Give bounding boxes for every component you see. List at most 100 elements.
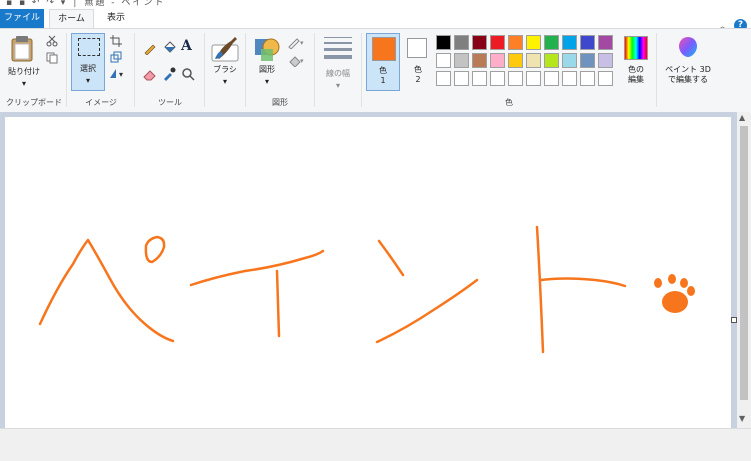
- palette-swatch[interactable]: [598, 71, 613, 86]
- edit-colors-icon: [624, 36, 648, 60]
- scroll-up-icon[interactable]: ▲: [739, 113, 745, 122]
- palette-swatch[interactable]: [490, 35, 505, 50]
- tab-home[interactable]: ホーム: [49, 9, 94, 29]
- divider: [66, 33, 67, 107]
- palette-swatch[interactable]: [580, 35, 595, 50]
- shapes-label: 図形: [259, 65, 275, 74]
- palette-swatch[interactable]: [454, 53, 469, 68]
- paint3d-line2: で編集する: [668, 75, 708, 84]
- palette-swatch[interactable]: [544, 71, 559, 86]
- paw-pad: [662, 291, 688, 313]
- text-tool-icon[interactable]: A: [181, 38, 192, 54]
- scroll-down-icon[interactable]: ▼: [739, 414, 745, 423]
- edit-colors-button[interactable]: 色の 編集: [621, 33, 651, 93]
- divider: [204, 33, 205, 107]
- brushes-button[interactable]: ブラシ ▾: [208, 33, 242, 95]
- palette-swatch[interactable]: [436, 71, 451, 86]
- palette-swatch[interactable]: [562, 35, 577, 50]
- cut-icon[interactable]: [46, 35, 58, 47]
- svg-text:▾: ▾: [300, 39, 304, 47]
- palette-swatch[interactable]: [526, 71, 541, 86]
- tab-file[interactable]: ファイル: [0, 9, 44, 28]
- rotate-icon[interactable]: ▾: [109, 67, 127, 79]
- palette-swatch[interactable]: [472, 35, 487, 50]
- copy-icon[interactable]: [46, 52, 58, 64]
- size-button[interactable]: 線の幅 ▾: [318, 33, 358, 95]
- paint3d-icon: [679, 37, 697, 57]
- edit-colors-line1: 色の: [628, 65, 644, 74]
- ribbon-tabs: ファイル ホーム 表示 ︿ ?: [0, 8, 751, 32]
- drawing-strokes: [38, 225, 695, 354]
- stroke-i-top: [189, 249, 325, 287]
- fill-bucket-icon[interactable]: [162, 41, 176, 55]
- palette-swatch[interactable]: [454, 35, 469, 50]
- crop-icon[interactable]: [110, 35, 122, 47]
- palette-swatch[interactable]: [580, 53, 595, 68]
- clipboard-group-label: クリップボード: [6, 98, 62, 107]
- paint3d-line1: ペイント 3D: [665, 65, 711, 74]
- palette-swatch[interactable]: [598, 53, 613, 68]
- canvas-area: [0, 112, 737, 428]
- color2-button[interactable]: 色 2: [403, 33, 433, 91]
- color1-button[interactable]: 色 1: [366, 33, 400, 91]
- selection-rectangle-icon: [78, 38, 100, 56]
- stroke-n-dash: [377, 239, 405, 277]
- resize-icon[interactable]: [110, 51, 122, 63]
- stroke-i-stem: [275, 269, 281, 338]
- palette-swatch[interactable]: [508, 35, 523, 50]
- svg-text:▾: ▾: [300, 57, 304, 65]
- palette-swatch[interactable]: [544, 35, 559, 50]
- color1-label: 色: [379, 66, 387, 75]
- paste-label: 貼り付け: [8, 67, 40, 76]
- shapes-button[interactable]: 図形 ▾: [250, 33, 284, 95]
- fill-icon[interactable]: ▾: [288, 55, 306, 67]
- palette-swatch[interactable]: [454, 71, 469, 86]
- palette-swatch[interactable]: [508, 71, 523, 86]
- palette-swatch[interactable]: [562, 71, 577, 86]
- eraser-icon[interactable]: [143, 67, 157, 81]
- shapes-group-label: 図形: [272, 98, 288, 107]
- edit-with-paint3d-button[interactable]: ペイント 3D で編集する: [660, 33, 716, 93]
- divider: [134, 33, 135, 107]
- pencil-icon[interactable]: [143, 41, 157, 55]
- palette-swatch[interactable]: [472, 71, 487, 86]
- palette-swatch[interactable]: [526, 35, 541, 50]
- clipboard-icon: [11, 36, 33, 62]
- palette-swatch[interactable]: [580, 71, 595, 86]
- palette-swatch[interactable]: [490, 53, 505, 68]
- tools-group-label: ツール: [158, 98, 182, 107]
- brushes-label: ブラシ: [213, 65, 237, 74]
- line-width-icon: [324, 37, 352, 59]
- image-group-label: イメージ: [85, 98, 117, 107]
- palette-swatch[interactable]: [544, 53, 559, 68]
- outline-icon[interactable]: ▾: [288, 37, 306, 49]
- stroke-to-stem: [535, 225, 545, 354]
- quick-access-toolbar[interactable]: ▪ ▪ ↶ ↷ ▾ │ 無題 - ペイント: [6, 0, 165, 8]
- color-picker-icon[interactable]: [162, 67, 176, 81]
- palette-swatch[interactable]: [490, 71, 505, 86]
- palette-swatch[interactable]: [598, 35, 613, 50]
- palette-swatch[interactable]: [508, 53, 523, 68]
- palette-swatch[interactable]: [472, 53, 487, 68]
- palette-swatch[interactable]: [562, 53, 577, 68]
- color2-swatch: [407, 38, 427, 58]
- paw-toe: [687, 286, 695, 296]
- vertical-scrollbar[interactable]: ▲ ▼: [737, 112, 751, 428]
- tab-view[interactable]: 表示: [97, 9, 135, 28]
- palette-swatch[interactable]: [526, 53, 541, 68]
- shapes-icon: [255, 38, 280, 61]
- paw-print: [654, 274, 695, 313]
- palette-swatch[interactable]: [436, 53, 451, 68]
- paw-toe: [668, 274, 676, 284]
- select-button[interactable]: 選択 ▾: [71, 33, 105, 91]
- drawing-canvas[interactable]: [5, 117, 731, 428]
- paste-button[interactable]: 貼り付け ▾: [4, 33, 40, 93]
- scrollbar-thumb[interactable]: [740, 126, 748, 400]
- color1-swatch: [372, 37, 396, 61]
- chevron-down-icon: ▾: [335, 81, 340, 90]
- chevron-down-icon: ▾: [21, 79, 26, 88]
- palette-swatch[interactable]: [436, 35, 451, 50]
- magnifier-icon[interactable]: [181, 67, 195, 81]
- status-bar: [0, 428, 751, 461]
- paw-toe: [680, 278, 688, 288]
